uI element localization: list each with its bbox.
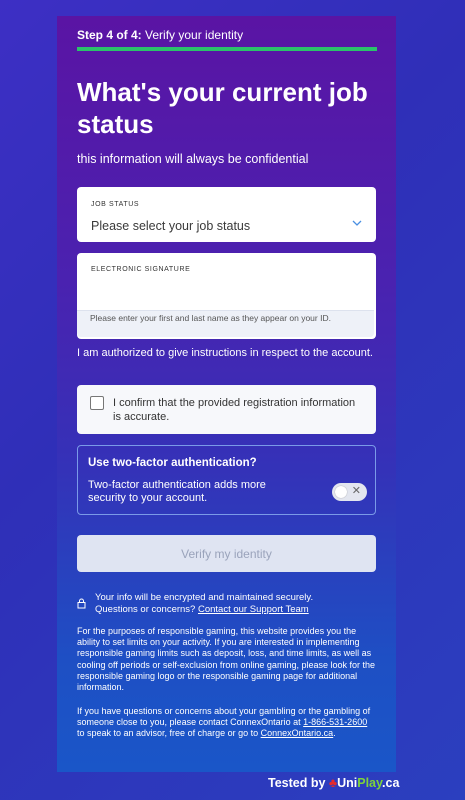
responsible-gaming-text: For the purposes of responsible gaming, … [77, 626, 375, 693]
confirm-accuracy-row[interactable]: I confirm that the provided registration… [77, 385, 376, 434]
electronic-signature-field: ELECTRONIC SIGNATURE Please enter your f… [77, 253, 378, 339]
page-subtitle: this information will always be confiden… [77, 152, 309, 166]
two-factor-title: Use two-factor authentication? [88, 457, 257, 469]
signature-label: ELECTRONIC SIGNATURE [91, 266, 191, 273]
confirm-label: I confirm that the provided registration… [113, 397, 356, 423]
security-text: Your info will be encrypted and maintain… [95, 592, 314, 603]
page-title: What's your current job status [77, 77, 368, 139]
tested-by-text: Tested by [268, 776, 326, 790]
two-factor-description: Two-factor authentication adds more secu… [88, 479, 266, 504]
step-number: Step 4 of 4: [77, 28, 142, 42]
x-mark-icon: ✕ [351, 485, 361, 497]
tested-by-badge: Tested by ♣UniPlay.ca [268, 776, 399, 790]
signature-help-text: Please enter your first and last name as… [77, 310, 374, 337]
support-team-link[interactable]: Contact our Support Team [198, 604, 309, 615]
verify-identity-button[interactable]: Verify my identity [77, 535, 376, 572]
contact-middle: to speak to an advisor, free of charge o… [77, 728, 259, 739]
confirm-checkbox[interactable] [90, 396, 104, 410]
job-status-label: JOB STATUS [91, 201, 140, 208]
maple-leaf-icon: ♣ [328, 776, 338, 790]
signature-input[interactable] [77, 277, 378, 310]
brand-play: Play [357, 776, 383, 790]
connex-site-link[interactable]: ConnexOntario.ca [261, 728, 334, 738]
job-status-select[interactable]: JOB STATUS Please select your job status [77, 187, 376, 242]
job-status-value: Please select your job status [91, 219, 251, 233]
progress-bar [77, 47, 377, 51]
verification-panel: Step 4 of 4: Verify your identity What's… [57, 16, 396, 772]
two-factor-box: Use two-factor authentication? Two-facto… [77, 445, 376, 515]
two-factor-toggle[interactable]: ✕ [332, 483, 367, 501]
contact-suffix: . [333, 728, 336, 739]
chevron-down-icon [352, 220, 362, 226]
connex-contact-text: If you have questions or concerns about … [77, 706, 377, 740]
step-label: Verify your identity [145, 28, 244, 42]
step-indicator: Step 4 of 4: Verify your identity [77, 28, 243, 42]
lock-icon [77, 598, 86, 609]
questions-text: Questions or concerns? [95, 604, 196, 615]
phone-link[interactable]: 1-866-531-2600 [303, 717, 367, 727]
brand-uni: Uni [337, 776, 358, 790]
brand-tld: .ca [382, 776, 400, 790]
toggle-knob [335, 486, 347, 498]
authorization-text: I am authorized to give instructions in … [77, 347, 373, 359]
